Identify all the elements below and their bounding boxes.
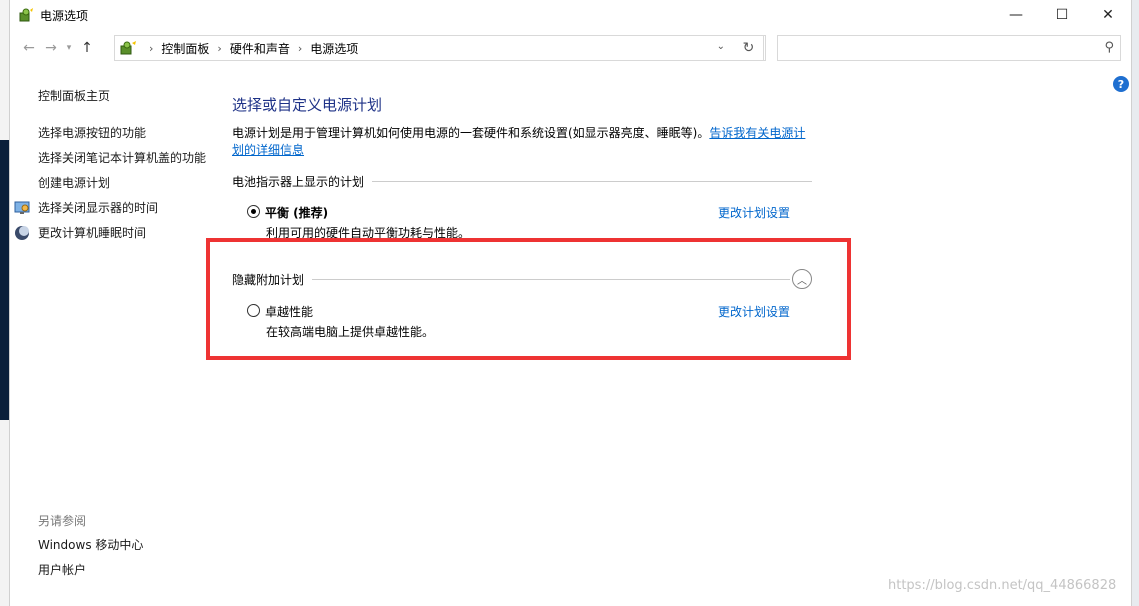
power-options-window: 电源选项 — ☐ ✕ ← → ▾ ↑ › 控制面板 › 硬件和声音 › 电源选项… <box>9 0 1132 606</box>
page-title: 选择或自定义电源计划 <box>232 96 383 114</box>
title-bar: 电源选项 — ☐ ✕ <box>10 0 1131 30</box>
see-also-section: 另请参阅 Windows 移动中心 用户帐户 <box>38 512 143 587</box>
change-plan-settings-link[interactable]: 更改计划设置 <box>718 204 790 221</box>
breadcrumb-power-options[interactable]: 电源选项 <box>310 40 358 57</box>
nav-power-button-function[interactable]: 选择电源按钮的功能 <box>38 125 208 142</box>
radio-balanced[interactable] <box>247 205 260 218</box>
breadcrumb-separator-icon: › <box>297 41 303 55</box>
watermark: https://blog.csdn.net/qq_44866828 <box>888 578 1117 593</box>
nav-create-power-plan[interactable]: 创建电源计划 <box>38 175 208 192</box>
address-bar: ← → ▾ ↑ › 控制面板 › 硬件和声音 › 电源选项 ⌄ ↻ ⚲ <box>10 30 1131 66</box>
page-description: 电源计划是用于管理计算机如何使用电源的一套硬件和系统设置(如显示器亮度、睡眠等)… <box>232 125 807 159</box>
control-panel-icon <box>119 40 137 56</box>
battery-plans-header: 电池指示器上显示的计划 <box>232 173 812 190</box>
background-window-right <box>1131 0 1139 606</box>
divider <box>372 181 812 182</box>
window-title: 电源选项 <box>40 8 89 23</box>
search-icon[interactable]: ⚲ <box>1104 40 1114 55</box>
breadcrumb-separator-icon: › <box>217 41 222 55</box>
breadcrumb-hardware-sound[interactable]: 硬件和声音 <box>230 40 290 57</box>
left-navigation: 控制面板主页 选择电源按钮的功能 选择关闭笔记本计算机盖的功能 创建电源计划 选… <box>14 88 208 250</box>
breadcrumb-control-panel[interactable]: 控制面板 <box>161 40 209 57</box>
nav-sleep-time[interactable]: 更改计算机睡眠时间 <box>38 225 208 242</box>
minimize-button[interactable]: — <box>993 0 1039 30</box>
see-also-title: 另请参阅 <box>38 514 87 528</box>
breadcrumb[interactable]: › 控制面板 › 硬件和声音 › 电源选项 ⌄ <box>114 35 766 61</box>
sleep-moon-icon <box>14 225 30 241</box>
maximize-button[interactable]: ☐ <box>1039 0 1085 30</box>
plan-balanced[interactable]: 平衡 (推荐) 更改计划设置 <box>232 202 812 222</box>
back-arrow-icon[interactable]: ← <box>18 36 40 60</box>
help-icon[interactable]: ? <box>1113 76 1129 92</box>
nav-control-panel-home[interactable]: 控制面板主页 <box>38 88 208 105</box>
description-text: 电源计划是用于管理计算机如何使用电源的一套硬件和系统设置(如显示器亮度、睡眠等)… <box>232 126 710 140</box>
close-button[interactable]: ✕ <box>1085 0 1131 30</box>
nav-display-off-time[interactable]: 选择关闭显示器的时间 <box>38 200 208 217</box>
breadcrumb-separator-icon: › <box>149 41 154 55</box>
highlight-annotation-box <box>206 238 851 360</box>
refresh-icon[interactable]: ↻ <box>734 35 764 61</box>
search-input[interactable]: ⚲ <box>777 35 1121 61</box>
address-dropdown-icon[interactable]: ⌄ <box>717 41 725 52</box>
forward-arrow-icon[interactable]: → <box>40 36 62 60</box>
nav-lid-close-function[interactable]: 选择关闭笔记本计算机盖的功能 <box>38 150 208 167</box>
nav-user-accounts[interactable]: 用户帐户 <box>38 562 143 579</box>
battery-plans-title: 电池指示器上显示的计划 <box>232 175 365 189</box>
power-options-icon <box>18 7 34 23</box>
window-controls: — ☐ ✕ <box>993 0 1131 30</box>
plan-balanced-name[interactable]: 平衡 (推荐) <box>265 204 328 221</box>
nav-windows-mobility-center[interactable]: Windows 移动中心 <box>38 537 143 554</box>
monitor-icon <box>14 200 30 216</box>
recent-locations-chevron-icon[interactable]: ▾ <box>62 36 76 60</box>
up-arrow-icon[interactable]: ↑ <box>76 36 98 60</box>
